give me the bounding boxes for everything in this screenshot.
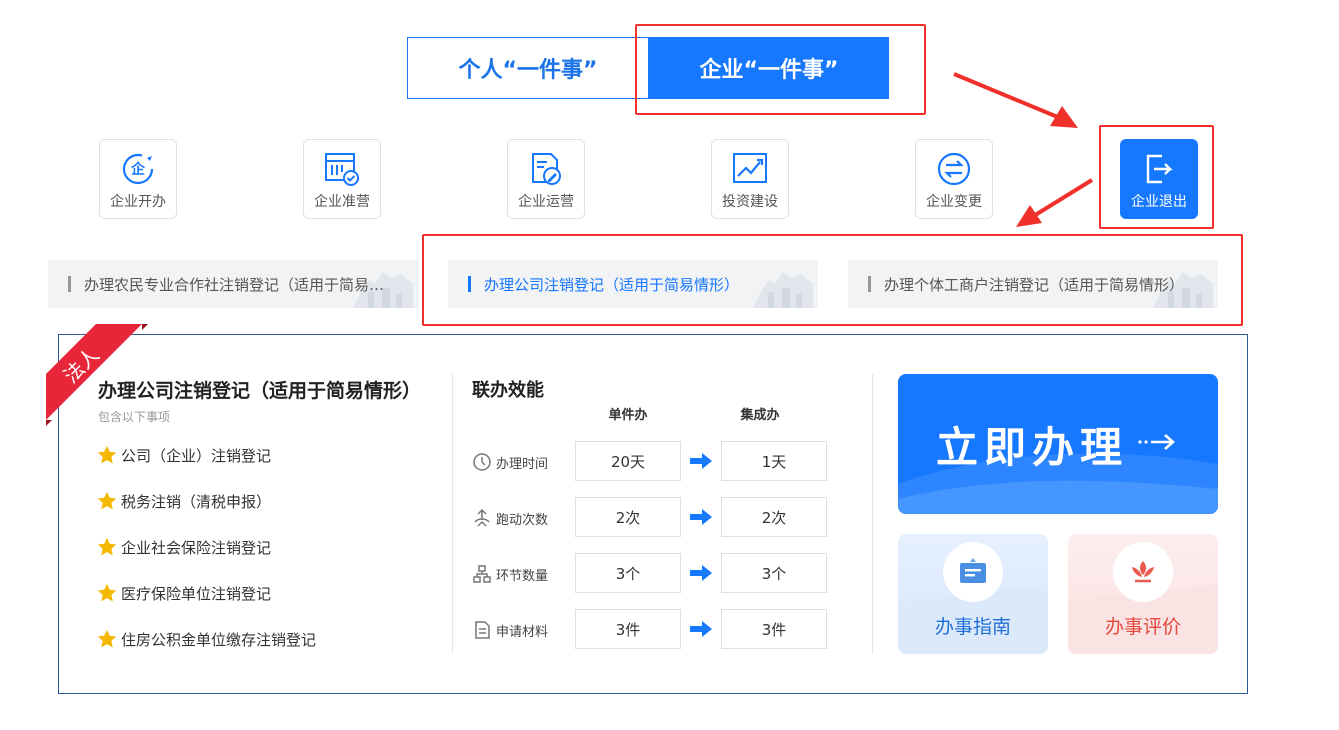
guide-button[interactable]: 办事指南 — [898, 534, 1048, 654]
list-item: 税务注销（清税申报） — [96, 490, 271, 512]
evaluate-label: 办事评价 — [1104, 616, 1181, 638]
category-label: 投资建设 — [722, 194, 778, 210]
clock-icon — [473, 453, 491, 471]
star-icon — [97, 583, 117, 602]
row-label-time: 办理时间 — [472, 452, 548, 472]
tab-personal-label: 个人“一件事” — [458, 58, 598, 83]
detail-subtitle: 包含以下事项 — [98, 410, 171, 424]
operation-icon — [527, 150, 565, 188]
category-exit[interactable]: 企业退出 — [1120, 139, 1198, 219]
handle-now-button[interactable]: 立即办理 — [898, 374, 1218, 514]
list-item: 公司（企业）注销登记 — [96, 444, 271, 466]
arrow-right-icon — [1138, 434, 1175, 450]
sub-item-cooperative-deregistration[interactable]: 办理农民专业合作社注销登记（适用于简易情形） — [48, 260, 418, 308]
building-decoration-icon — [753, 272, 813, 308]
category-label: 企业运营 — [518, 194, 574, 210]
sub-item-label: 办理农民专业合作社注销登记（适用于简易情形） — [84, 275, 394, 294]
annotation-arrow-icon — [1016, 178, 1094, 227]
efficiency-title: 联办效能 — [472, 380, 544, 401]
category-permit[interactable]: 企业准营 — [303, 139, 381, 219]
investment-chart-icon — [731, 150, 769, 188]
company-setup-icon: 企 — [119, 150, 157, 188]
arrow-right-icon — [690, 453, 712, 469]
cell-time-integrated: 1天 — [721, 441, 827, 481]
tab-enterprise-label: 企业“一件事” — [699, 58, 839, 83]
col-head-integrated: 集成办 — [740, 408, 780, 423]
sub-item-label: 办理个体工商户注销登记（适用于简易情形） — [884, 275, 1185, 294]
star-icon — [97, 537, 117, 556]
category-label: 企业开办 — [110, 194, 166, 210]
tab-enterprise[interactable]: 企业“一件事” — [649, 37, 889, 99]
star-icon — [97, 445, 117, 464]
svg-text:企: 企 — [130, 161, 146, 178]
annotation-arrow-icon — [953, 72, 1078, 128]
row-label-steps: 环节数量 — [472, 564, 548, 584]
sub-item-individual-business-deregistration[interactable]: 办理个体工商户注销登记（适用于简易情形） — [848, 260, 1218, 308]
star-icon — [97, 491, 117, 510]
change-icon — [935, 150, 973, 188]
cell-steps-single: 3个 — [575, 553, 681, 593]
category-operation[interactable]: 企业运营 — [507, 139, 585, 219]
arrow-right-icon — [690, 621, 712, 637]
list-item: 医疗保险单位注销登记 — [96, 582, 271, 604]
category-label: 企业变更 — [926, 194, 982, 210]
category-company-setup[interactable]: 企 企业开办 — [99, 139, 177, 219]
row-label-materials: 申请材料 — [472, 620, 548, 640]
category-label: 企业准营 — [314, 194, 370, 210]
guide-label: 办事指南 — [934, 616, 1011, 638]
handle-now-label: 立即办理 — [936, 423, 1129, 472]
sub-item-label: 办理公司注销登记（适用于简易情形） — [484, 275, 740, 294]
evaluate-icon — [1113, 542, 1173, 602]
exit-icon — [1140, 150, 1178, 188]
list-item: 住房公积金单位缴存注销登记 — [96, 628, 316, 650]
sub-item-company-deregistration[interactable]: 办理公司注销登记（适用于简易情形） — [448, 260, 818, 308]
permit-icon — [323, 150, 361, 188]
steps-icon — [473, 565, 491, 583]
document-icon — [475, 621, 490, 639]
tab-personal[interactable]: 个人“一件事” — [407, 37, 649, 99]
cell-materials-integrated: 3件 — [721, 609, 827, 649]
cell-trips-integrated: 2次 — [721, 497, 827, 537]
cell-steps-integrated: 3个 — [721, 553, 827, 593]
divider — [452, 374, 453, 654]
arrow-right-icon — [690, 565, 712, 581]
divider — [872, 374, 873, 654]
evaluate-button[interactable]: 办事评价 — [1068, 534, 1218, 654]
category-label: 企业退出 — [1131, 194, 1187, 210]
col-head-single: 单件办 — [608, 408, 648, 423]
arrow-right-icon — [690, 509, 712, 525]
row-label-trips: 跑动次数 — [472, 508, 548, 528]
cell-materials-single: 3件 — [575, 609, 681, 649]
category-investment[interactable]: 投资建设 — [711, 139, 789, 219]
cell-time-single: 20天 — [575, 441, 681, 481]
category-change[interactable]: 企业变更 — [915, 139, 993, 219]
detail-title: 办理公司注销登记（适用于简易情形） — [98, 380, 422, 402]
trips-icon — [474, 508, 490, 527]
star-icon — [97, 629, 117, 648]
cell-trips-single: 2次 — [575, 497, 681, 537]
list-item: 企业社会保险注销登记 — [96, 536, 271, 558]
guide-icon — [943, 542, 1003, 602]
